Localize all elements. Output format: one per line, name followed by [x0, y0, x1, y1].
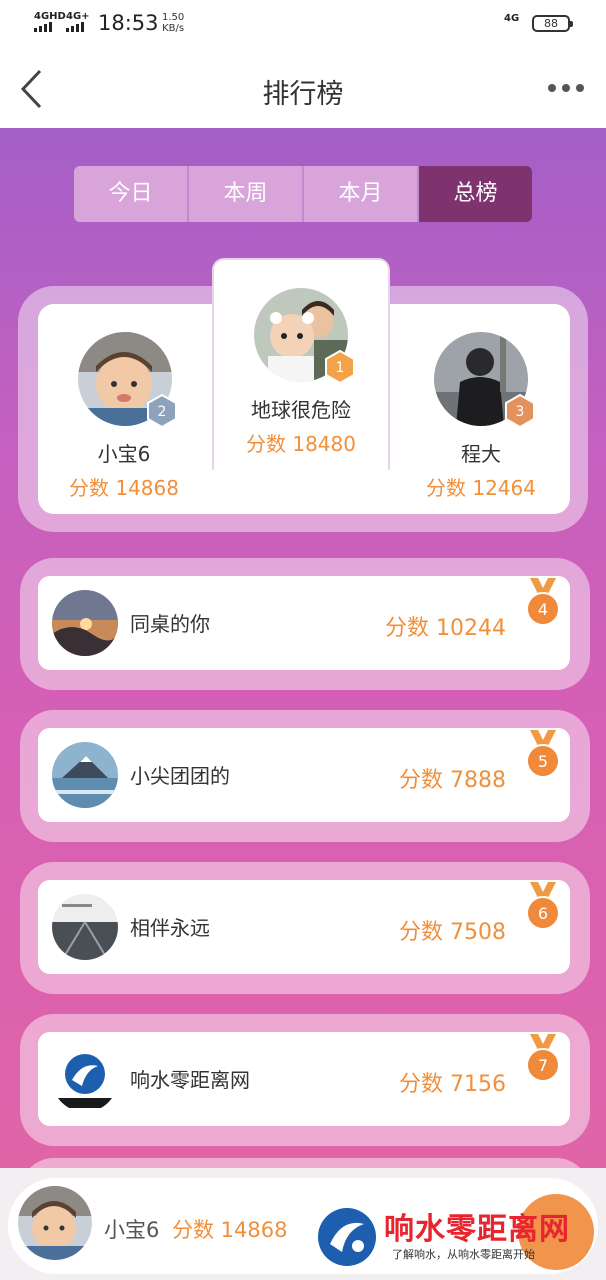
- list-item-name: 同桌的你: [130, 612, 210, 636]
- nav-bar: 排行榜: [0, 50, 606, 128]
- avatar: [52, 742, 118, 808]
- site-watermark: 响水零距离网 了解响水，从响水零距离开始: [316, 1200, 606, 1280]
- network-label-2: 4G+: [66, 11, 90, 22]
- third-place-name: 程大: [461, 442, 501, 466]
- list-item-card: 相伴永远 分数 7508 6: [38, 880, 570, 974]
- rank-medal-icon: 7: [526, 1034, 560, 1082]
- list-item-name: 相伴永远: [130, 916, 210, 940]
- list-item-name: 响水零距离网: [130, 1068, 250, 1092]
- tab-week[interactable]: 本周: [189, 166, 304, 222]
- rank-badge-second-number: 2: [158, 404, 167, 420]
- list-item-partial: [20, 1158, 590, 1168]
- clock: 18:53: [98, 11, 159, 35]
- period-tabs: 今日 本周 本月 总榜: [74, 166, 532, 222]
- rank-badge-first-icon: 1: [325, 350, 355, 384]
- watermark-subtitle: 了解响水，从响水零距离开始: [392, 1248, 535, 1261]
- rank-badge-first-number: 1: [336, 360, 345, 376]
- site-logo-icon: [318, 1208, 376, 1266]
- list-item-card: 小尖团团的 分数 7888 5: [38, 728, 570, 822]
- signal-icon: [66, 22, 84, 32]
- list-item[interactable]: 小尖团团的 分数 7888 5: [20, 710, 590, 842]
- battery-level: 88: [544, 17, 558, 30]
- rank-medal-number: 4: [538, 600, 548, 619]
- first-place-score: 分数 18480: [246, 432, 356, 456]
- rank-badge-third-icon: 3: [505, 394, 535, 428]
- list-item-name: 小尖团团的: [130, 764, 230, 788]
- signal-icon: [34, 22, 52, 32]
- my-avatar[interactable]: [18, 1186, 92, 1260]
- rank-badge-third-number: 3: [516, 404, 525, 420]
- list-item-score: 分数 7888: [399, 768, 506, 793]
- list-item-card: 同桌的你 分数 10244 4: [38, 576, 570, 670]
- rank-medal-number: 7: [538, 1056, 548, 1075]
- watermark-title: 响水零距离网: [384, 1212, 570, 1247]
- list-item-card: 响水零距离网 分数 7156 7: [38, 1032, 570, 1126]
- status-bar: 4GHD 4G+ 18:53 1.50 KB/s 4G 88: [0, 0, 606, 50]
- rank-badge-second-icon: 2: [147, 394, 177, 428]
- list-item[interactable]: 相伴永远 分数 7508 6: [20, 862, 590, 994]
- network-label-1: 4GHD: [34, 11, 66, 22]
- rank-medal-number: 5: [538, 752, 548, 771]
- leaderboard-panel: 今日 本周 本月 总榜 2 小宝6 分数 14868 1 地球很危险 分数 18…: [0, 128, 606, 1168]
- rank-medal-icon: 6: [526, 882, 560, 930]
- avatar: [52, 894, 118, 960]
- network-speed: 1.50 KB/s: [162, 12, 184, 34]
- avatar: [52, 590, 118, 656]
- my-score: 分数 14868: [172, 1218, 288, 1242]
- my-name: 小宝6: [104, 1218, 160, 1242]
- rank-medal-icon: 4: [526, 578, 560, 626]
- second-place-name: 小宝6: [97, 442, 151, 466]
- tab-today[interactable]: 今日: [74, 166, 189, 222]
- rank-medal-icon: 5: [526, 730, 560, 778]
- third-place-score: 分数 12464: [426, 476, 536, 500]
- speed-value: 1.50: [162, 12, 185, 23]
- tab-all-time[interactable]: 总榜: [419, 166, 532, 222]
- page-title: 排行榜: [262, 79, 344, 110]
- battery-icon: 88: [532, 15, 573, 32]
- rank-medal-number: 6: [538, 904, 548, 923]
- first-place-name: 地球很危险: [251, 398, 351, 422]
- network-label-3: 4G: [504, 13, 520, 24]
- avatar: [52, 1046, 118, 1112]
- second-place-score: 分数 14868: [69, 476, 179, 500]
- tab-month[interactable]: 本月: [304, 166, 419, 222]
- list-item-score: 分数 10244: [385, 616, 506, 641]
- more-options-icon[interactable]: [548, 84, 584, 92]
- list-item[interactable]: 响水零距离网 分数 7156 7: [20, 1014, 590, 1146]
- list-item[interactable]: 同桌的你 分数 10244 4: [20, 558, 590, 690]
- list-item-score: 分数 7156: [399, 1072, 506, 1097]
- list-item-score: 分数 7508: [399, 920, 506, 945]
- speed-unit: KB/s: [162, 23, 185, 34]
